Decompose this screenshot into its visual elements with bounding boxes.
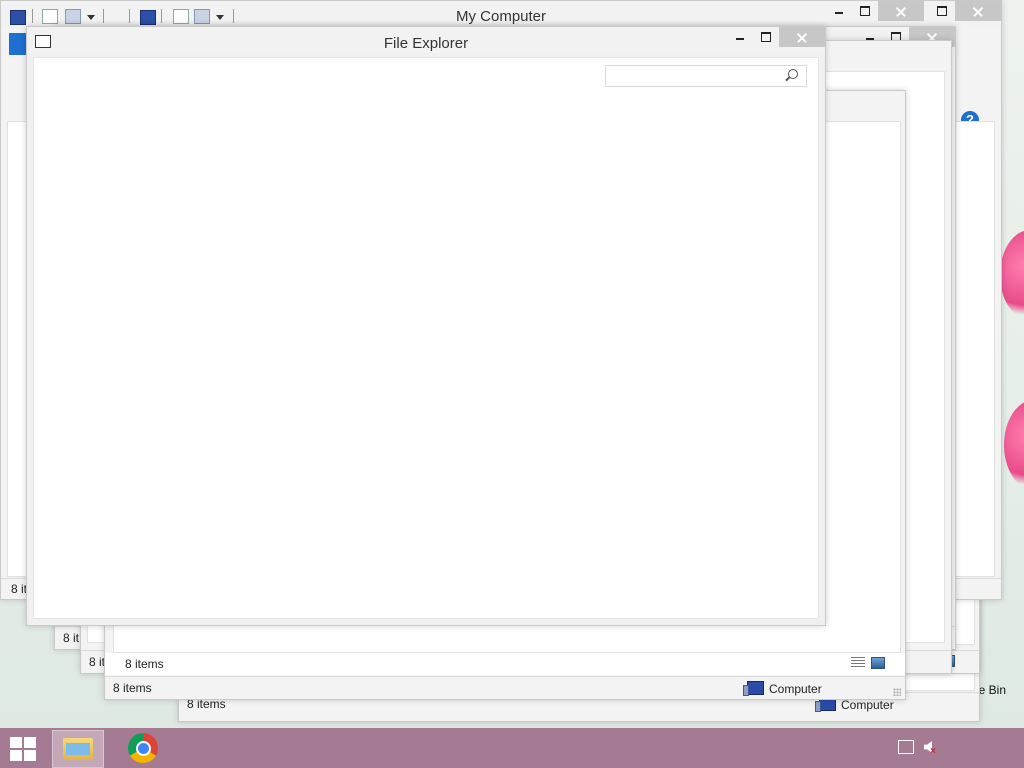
- details-view-icon[interactable]: [851, 657, 865, 668]
- window-controls: [727, 27, 825, 49]
- status-bar: 8 items Computer: [105, 676, 905, 699]
- start-button[interactable]: [8, 736, 38, 762]
- close-icon[interactable]: [878, 1, 924, 21]
- title-bar[interactable]: File Explorer: [27, 27, 825, 53]
- taskbar: [0, 728, 1024, 768]
- status-item-count: 8 items: [113, 681, 152, 695]
- minimize-icon[interactable]: [727, 27, 753, 47]
- maximize-icon[interactable]: [929, 1, 955, 21]
- start-icon-pane: [24, 750, 36, 761]
- status-item-count: 8 it: [63, 631, 80, 645]
- content-area[interactable]: [33, 57, 819, 619]
- inner-status-bar: 8 items: [105, 653, 905, 675]
- start-icon-pane: [10, 750, 22, 761]
- file-tab[interactable]: [9, 33, 27, 55]
- taskbar-chrome[interactable]: [122, 730, 166, 766]
- folder-icon: [63, 738, 93, 760]
- window-controls: [929, 1, 1001, 23]
- status-item-count: 8 it: [89, 655, 106, 669]
- close-icon[interactable]: [955, 1, 1001, 21]
- network-icon[interactable]: [898, 740, 914, 754]
- maximize-icon[interactable]: [852, 1, 878, 21]
- search-input[interactable]: [605, 65, 807, 87]
- large-icons-view-icon[interactable]: [871, 657, 885, 669]
- minimize-icon[interactable]: [826, 1, 852, 21]
- back-window-edge: [5, 58, 23, 90]
- close-icon[interactable]: [779, 27, 825, 47]
- resize-grip[interactable]: [893, 688, 901, 696]
- status-location: Computer: [743, 681, 822, 696]
- start-icon-pane: [24, 737, 36, 748]
- title-bar[interactable]: My Computer: [1, 1, 1001, 27]
- recycle-bin-label[interactable]: le Bin: [976, 683, 1006, 697]
- window-controls: [826, 1, 924, 23]
- search-icon[interactable]: [788, 69, 798, 79]
- status-item-count: 8 items: [125, 657, 164, 671]
- taskbar-file-explorer[interactable]: [52, 730, 104, 768]
- start-icon-pane: [10, 737, 22, 748]
- status-item-count: 8 it: [11, 582, 28, 596]
- window-title: File Explorer: [383, 35, 469, 52]
- muted-icon: ×: [930, 746, 936, 757]
- chrome-icon: [128, 733, 158, 763]
- view-switcher: [851, 657, 885, 669]
- status-location-label: Computer: [769, 682, 822, 696]
- status-location-label: Computer: [841, 698, 894, 712]
- maximize-icon[interactable]: [753, 27, 779, 47]
- computer-icon: [743, 681, 764, 696]
- file-explorer-window[interactable]: File Explorer: [26, 26, 826, 626]
